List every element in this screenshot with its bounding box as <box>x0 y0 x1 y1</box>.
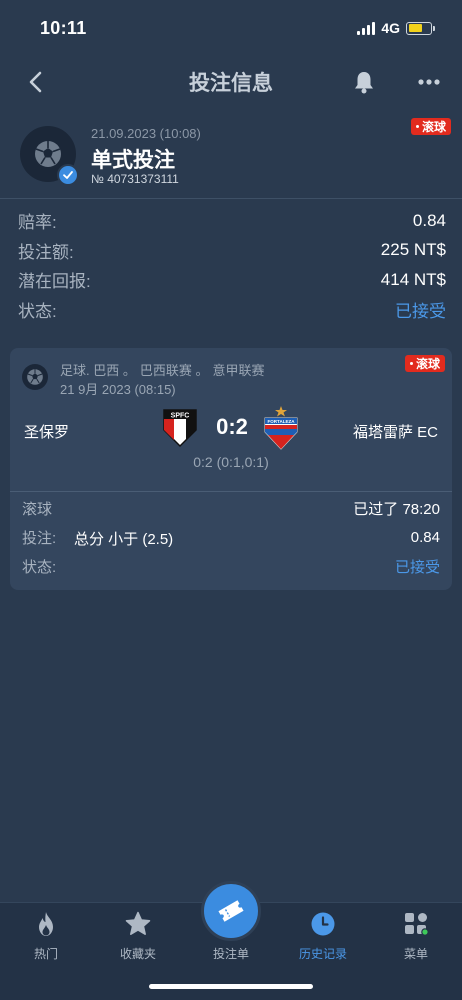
match-status-row: 状态: 已接受 <box>22 555 440 577</box>
status-bar: 10:11 4G <box>0 0 462 56</box>
match-status-label: 状态: <box>22 558 57 576</box>
status-label: 状态: <box>18 301 57 321</box>
signal-icon <box>357 21 376 35</box>
soccer-ball-icon <box>22 364 48 390</box>
status-value: 已接受 <box>395 301 446 321</box>
tab-betslip-label[interactable]: 投注单 <box>191 945 271 962</box>
nav-bar: 投注信息 <box>0 56 462 108</box>
live-label: 滚球 <box>22 500 53 518</box>
league-path: 足球. 巴西 。 巴西联赛 。 意甲联赛 <box>60 360 264 379</box>
tab-label: 收藏夹 <box>119 947 156 961</box>
payout-label: 潜在回报: <box>18 272 91 292</box>
live-badge-label: 滚球 <box>422 120 447 134</box>
bell-icon[interactable] <box>350 68 378 96</box>
check-icon <box>57 164 79 186</box>
match-card[interactable]: 足球. 巴西 。 巴西联赛 。 意甲联赛 21 9月 2023 (08:15) … <box>10 348 452 590</box>
league-label-2: 意甲联赛 <box>212 363 265 378</box>
clock-icon <box>310 911 336 937</box>
home-crest-text: SPFC <box>171 413 190 420</box>
tab-label: 热门 <box>33 947 58 961</box>
live-badge: 滚球 <box>411 118 452 135</box>
tab-popular[interactable]: 热门 <box>6 911 86 962</box>
tab-favorites[interactable]: 收藏夹 <box>98 911 178 962</box>
bet-header: 21.09.2023 (10:08) 单式投注 № 40731373111 滚球 <box>0 114 462 198</box>
sport-label: 足球. 巴西 。 <box>60 363 136 378</box>
tab-label: 历史记录 <box>298 947 347 961</box>
grid-icon <box>403 911 429 937</box>
score-detail: 0:2 (0:1,0:1) <box>193 454 269 470</box>
tab-label: 菜单 <box>403 947 428 961</box>
bet-type: 单式投注 <box>91 149 175 172</box>
card-divider <box>10 491 452 492</box>
odds-label: 赔率: <box>18 213 57 233</box>
payout-row: 潜在回报: 414 NT$ <box>18 265 446 295</box>
match-date: 21 9月 2023 (08:15) <box>60 382 176 397</box>
back-arrow-icon[interactable] <box>22 68 50 96</box>
more-icon[interactable] <box>414 68 444 96</box>
network-label: 4G <box>381 20 400 36</box>
status-indicators: 4G <box>357 20 435 36</box>
status-time: 10:11 <box>40 17 87 38</box>
bet-odds: 0.84 <box>410 528 440 546</box>
flame-icon <box>33 911 59 937</box>
bet-number: № 40731373111 <box>91 172 179 186</box>
stake-row: 投注额: 225 NT$ <box>18 236 446 266</box>
live-row: 滚球 已过了 78:20 <box>22 497 440 519</box>
home-team-crest: SPFC <box>163 409 197 448</box>
odds-row: 赔率: 0.84 <box>18 206 446 236</box>
bet-summary: 赔率: 0.84 投注额: 225 NT$ 潜在回报: 414 NT$ 状态: … <box>18 206 446 324</box>
league-label: 巴西联赛 。 <box>139 363 209 378</box>
match-score: 0:2 <box>216 414 248 439</box>
tab-history[interactable]: 历史记录 <box>283 911 363 962</box>
payout-value: 414 NT$ <box>380 269 446 289</box>
battery-icon <box>406 21 435 35</box>
status-row: 状态: 已接受 <box>18 295 446 325</box>
divider <box>0 198 462 199</box>
live-badge: 滚球 <box>405 355 446 372</box>
bet-date: 21.09.2023 (10:08) <box>91 126 201 141</box>
home-team: 圣保罗 <box>24 424 70 441</box>
stake-value: 225 NT$ <box>380 240 446 260</box>
away-team: 福塔雷萨 EC <box>352 424 438 441</box>
match-status-value: 已接受 <box>394 558 440 576</box>
stake-label: 投注额: <box>18 242 74 262</box>
page-title: 投注信息 <box>189 72 273 95</box>
odds-value: 0.84 <box>412 210 446 230</box>
elapsed-time: 已过了 78:20 <box>353 500 440 518</box>
ticket-icon[interactable] <box>201 881 261 941</box>
away-crest-text: FORTALEZA <box>268 419 296 424</box>
bet-market: 总分 小于 (2.5) <box>74 531 174 548</box>
tab-menu[interactable]: 菜单 <box>376 911 456 962</box>
bet-label: 投注: <box>22 529 57 547</box>
star-icon <box>125 911 151 937</box>
away-team-crest: FORTALEZA <box>264 406 298 450</box>
home-indicator <box>149 984 313 989</box>
live-badge-label: 滚球 <box>416 357 441 371</box>
